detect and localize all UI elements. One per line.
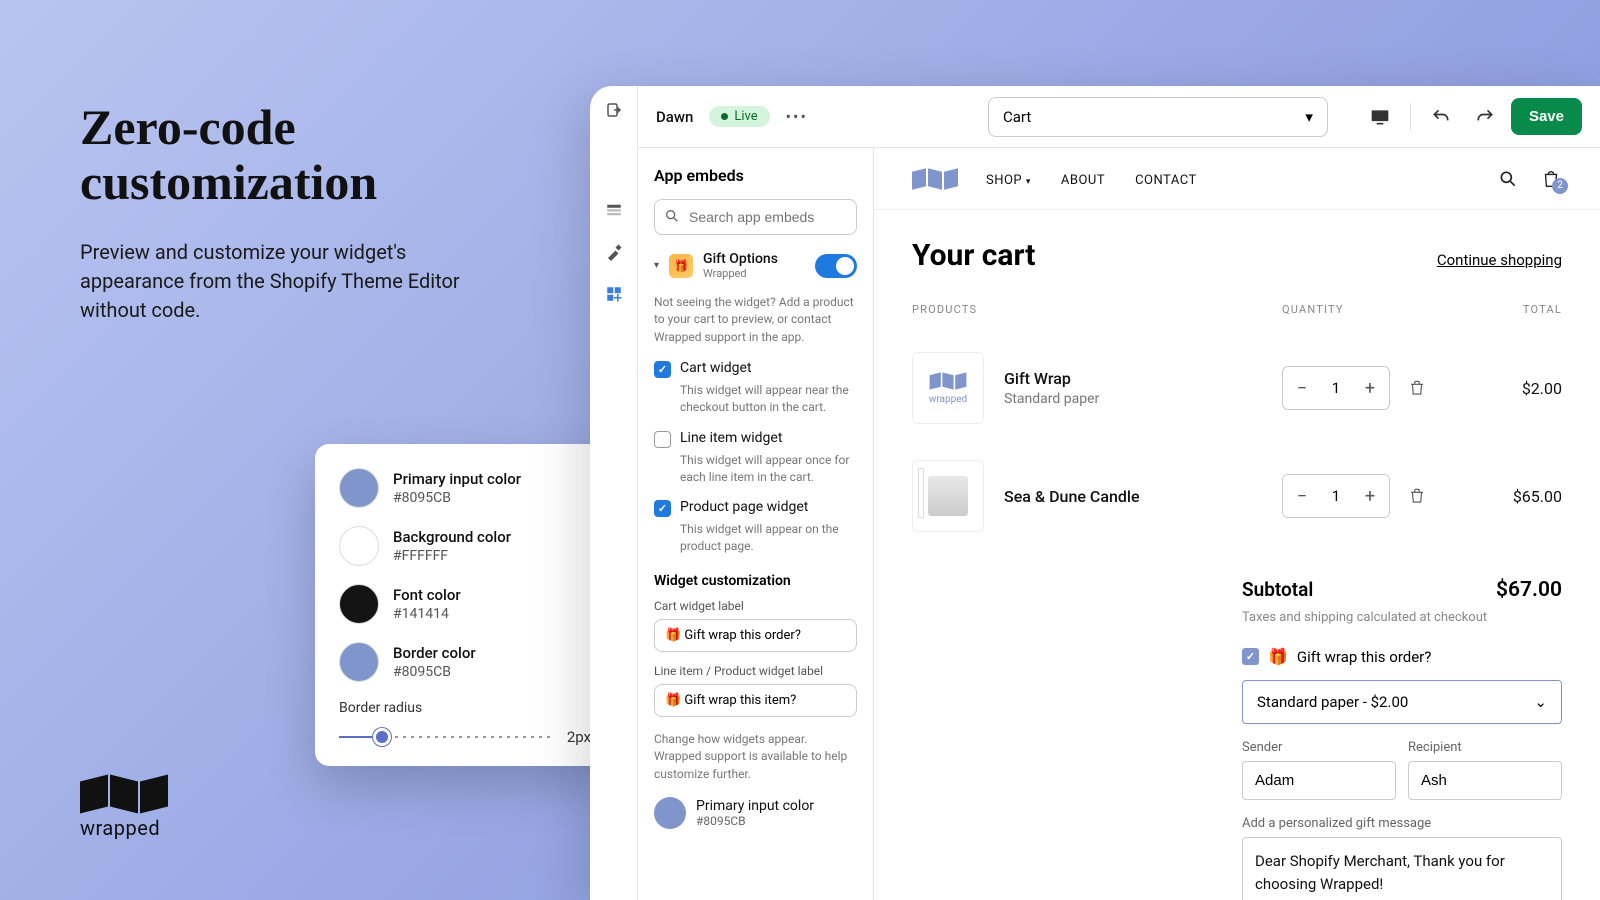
product-image: [912, 460, 984, 532]
line-total: $2.00: [1462, 379, 1562, 398]
chevron-down-icon: ⌄: [1534, 693, 1547, 711]
gift-message-textarea[interactable]: Dear Shopify Merchant, Thank you for cho…: [1242, 837, 1562, 900]
cart-count-badge: 2: [1552, 178, 1568, 194]
mini-color-primary[interactable]: Primary input color#8095CB: [654, 797, 857, 829]
live-badge: Live: [709, 106, 769, 127]
search-icon[interactable]: [1498, 169, 1518, 189]
giftwrap-checkbox[interactable]: [1242, 648, 1259, 665]
line-total: $65.00: [1462, 487, 1562, 506]
widget-customization-heading: Widget customization: [654, 573, 857, 589]
quantity-stepper[interactable]: − 1 +: [1282, 474, 1390, 518]
border-radius-slider[interactable]: [339, 736, 555, 738]
widget-help-text: Not seeing the widget? Add a product to …: [654, 294, 857, 346]
store-logo-icon[interactable]: [912, 170, 958, 188]
border-radius-label: Border radius: [339, 700, 591, 716]
sender-input[interactable]: [1242, 761, 1396, 800]
nav-contact[interactable]: CONTACT: [1135, 173, 1197, 188]
desktop-view-icon[interactable]: [1362, 99, 1398, 135]
panel-title: App embeds: [654, 166, 857, 185]
qty-decrease[interactable]: −: [1283, 378, 1321, 399]
chevron-down-icon: ▾: [1305, 108, 1313, 126]
qty-increase[interactable]: +: [1351, 378, 1389, 399]
cart-summary: Subtotal $67.00 Taxes and shipping calcu…: [1242, 578, 1562, 900]
cart-title: Your cart: [912, 238, 1035, 273]
checkbox-line-item-widget[interactable]: [654, 431, 671, 448]
swatch-background: [339, 526, 379, 566]
embed-toggle[interactable]: [815, 254, 857, 278]
theme-settings-icon[interactable]: [604, 242, 624, 262]
cart-line-item: Sea & Dune Candle − 1 + $65.00: [912, 442, 1562, 550]
nav-about[interactable]: ABOUT: [1061, 173, 1105, 188]
swatch-primary: [339, 468, 379, 508]
sections-icon[interactable]: [604, 200, 624, 220]
undo-icon[interactable]: [1423, 99, 1459, 135]
editor-topbar: Dawn Live ••• Cart ▾ Save: [638, 86, 1600, 148]
exit-icon[interactable]: [604, 100, 624, 120]
recipient-input[interactable]: [1408, 761, 1562, 800]
hero: Zero-code customization Preview and cust…: [80, 100, 510, 325]
brand-mark: wrapped: [80, 778, 168, 840]
editor-left-rail: [590, 86, 638, 900]
trash-icon[interactable]: [1408, 487, 1426, 505]
app-embeds-panel: App embeds ▾ 🎁 Gift Options Wrapped Not …: [638, 148, 874, 900]
color-row-primary[interactable]: Primary input color#8095CB: [339, 468, 591, 508]
swatch-font: [339, 584, 379, 624]
line-item-label-input[interactable]: 🎁 Gift wrap this item?: [654, 684, 857, 717]
store-preview: SHOP ▾ ABOUT CONTACT 2 Your cart: [874, 148, 1600, 900]
search-icon: [664, 208, 680, 224]
mini-swatch-icon: [654, 797, 686, 829]
color-settings-card: Primary input color#8095CB Background co…: [315, 444, 615, 766]
chevron-down-icon: ▾: [1026, 177, 1031, 187]
gift-app-icon: 🎁: [669, 254, 693, 278]
color-row-border[interactable]: Border color#8095CB: [339, 642, 591, 682]
color-row-font[interactable]: Font color#141414: [339, 584, 591, 624]
checkbox-cart-widget[interactable]: [654, 361, 671, 378]
qty-decrease[interactable]: −: [1283, 486, 1321, 507]
store-nav: SHOP ▾ ABOUT CONTACT: [986, 169, 1223, 188]
hero-title: Zero-code customization: [80, 100, 510, 210]
color-row-background[interactable]: Background color#FFFFFF: [339, 526, 591, 566]
page-selector[interactable]: Cart ▾: [988, 97, 1328, 137]
search-input[interactable]: [654, 199, 857, 235]
cart-widget-label-input[interactable]: 🎁 Gift wrap this order?: [654, 619, 857, 652]
app-embeds-icon[interactable]: [604, 284, 624, 304]
checkbox-product-page-widget[interactable]: [654, 500, 671, 517]
redo-icon[interactable]: [1467, 99, 1503, 135]
brand-logo-icon: [80, 778, 168, 810]
customization-note: Change how widgets appear. Wrapped suppo…: [654, 731, 857, 783]
product-image: wrapped: [912, 352, 984, 424]
nav-shop[interactable]: SHOP ▾: [986, 173, 1031, 188]
cart-line-item: wrapped Gift Wrap Standard paper − 1 +: [912, 334, 1562, 442]
hero-subtitle: Preview and customize your widget's appe…: [80, 238, 510, 325]
theme-editor-window: Dawn Live ••• Cart ▾ Save App embeds: [590, 86, 1600, 900]
trash-icon[interactable]: [1408, 379, 1426, 397]
qty-increase[interactable]: +: [1351, 486, 1389, 507]
store-header: SHOP ▾ ABOUT CONTACT 2: [874, 148, 1600, 210]
embed-gift-options[interactable]: ▾ 🎁 Gift Options Wrapped: [654, 251, 857, 280]
save-button[interactable]: Save: [1511, 98, 1582, 135]
subtotal-value: $67.00: [1496, 578, 1562, 602]
cart-table-header: PRODUCTS QUANTITY TOTAL: [912, 303, 1562, 316]
cart-bag-icon[interactable]: 2: [1540, 168, 1562, 190]
brand-name: wrapped: [80, 816, 168, 840]
more-menu-icon[interactable]: •••: [786, 107, 808, 126]
quantity-stepper[interactable]: − 1 +: [1282, 366, 1390, 410]
theme-name: Dawn: [656, 108, 693, 126]
border-radius-value: 2px: [567, 728, 591, 746]
swatch-border: [339, 642, 379, 682]
caret-down-icon: ▾: [654, 260, 659, 271]
giftwrap-option-select[interactable]: Standard paper - $2.00 ⌄: [1242, 680, 1562, 724]
continue-shopping-link[interactable]: Continue shopping: [1437, 251, 1562, 269]
